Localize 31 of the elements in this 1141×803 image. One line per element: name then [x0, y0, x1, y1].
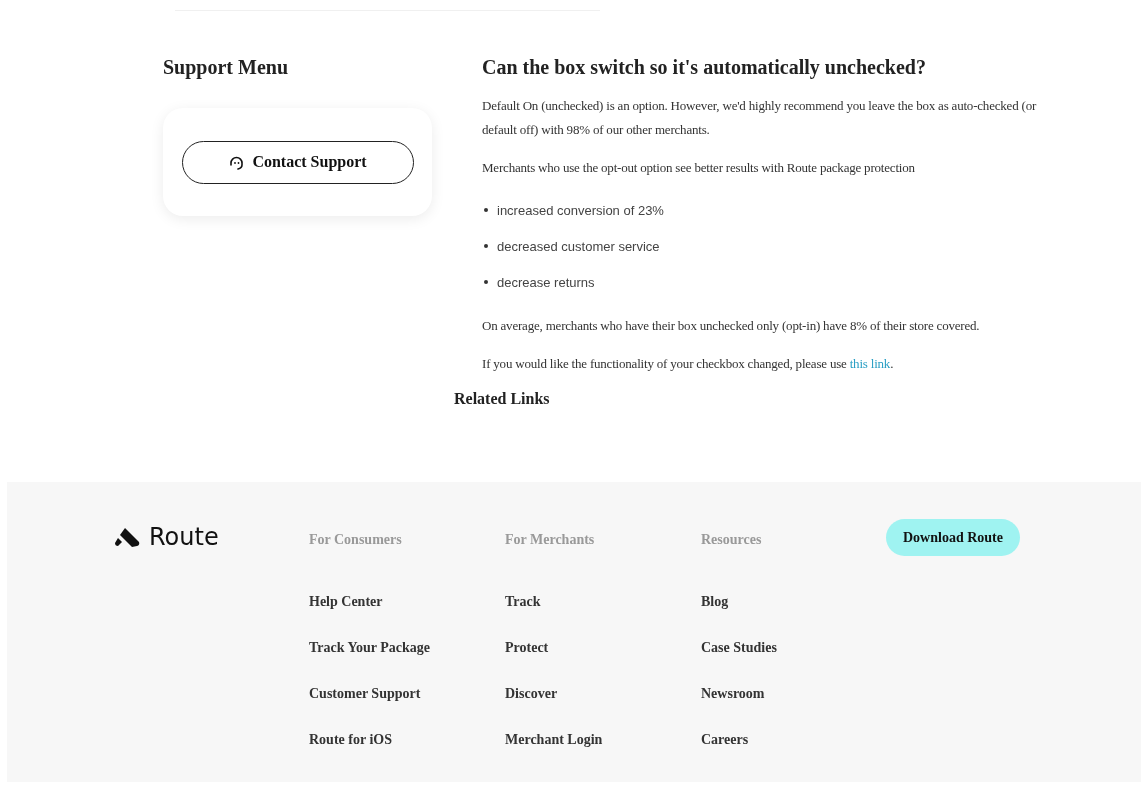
bullet-icon	[484, 208, 488, 212]
paragraph: Merchants who use the opt-out option see better results with Route package protection	[482, 159, 916, 177]
paragraph: On average, merchants who have their box unchecked only (opt-in) have 8% of their store covered.	[482, 317, 981, 335]
bullet-icon	[484, 244, 488, 248]
bullet-icon	[484, 280, 488, 284]
footer-column-heading: For Consumers	[309, 531, 402, 549]
footer-link[interactable]: Merchant Login	[505, 730, 603, 750]
download-route-button[interactable]: Download Route	[886, 519, 1020, 556]
logo-text: Route	[149, 523, 219, 551]
contact-support-button[interactable]: Contact Support	[181, 140, 414, 184]
footer-link[interactable]: Route for iOS	[309, 730, 392, 750]
paragraph: Default On (unchecked) is an option. However, we'd highly recommend you leave the box as auto-checked (or default off) with 98% of our other merchants.	[482, 97, 1038, 139]
footer-link[interactable]: Track Your Package	[309, 638, 431, 658]
article-heading: Can the box switch so it's automatically unchecked?	[482, 55, 927, 80]
footer-link[interactable]: Customer Support	[309, 684, 421, 704]
footer-link[interactable]: Discover	[505, 684, 558, 704]
sidebar-heading: Support Menu	[163, 55, 290, 80]
footer-link[interactable]: Help Center	[309, 592, 383, 612]
bullet-text: increased conversion of 23%	[497, 202, 664, 218]
paragraph: If you would like the functionality of your checkbox changed, please use this link.	[482, 355, 895, 373]
footer-column-heading: For Merchants	[505, 531, 595, 549]
bullet-text: decrease returns	[497, 274, 595, 290]
footer-link[interactable]: Case Studies	[701, 638, 777, 658]
bullet-text: decreased customer service	[497, 238, 660, 254]
footer-link[interactable]: Careers	[701, 730, 749, 750]
footer-link[interactable]: Blog	[701, 592, 729, 612]
footer-link[interactable]: Newsroom	[701, 684, 765, 704]
footer-column-heading: Resources	[701, 531, 762, 549]
footer-link[interactable]: Protect	[505, 638, 549, 658]
footer-link[interactable]: Track	[505, 592, 541, 612]
related-links-heading: Related Links	[454, 389, 551, 409]
